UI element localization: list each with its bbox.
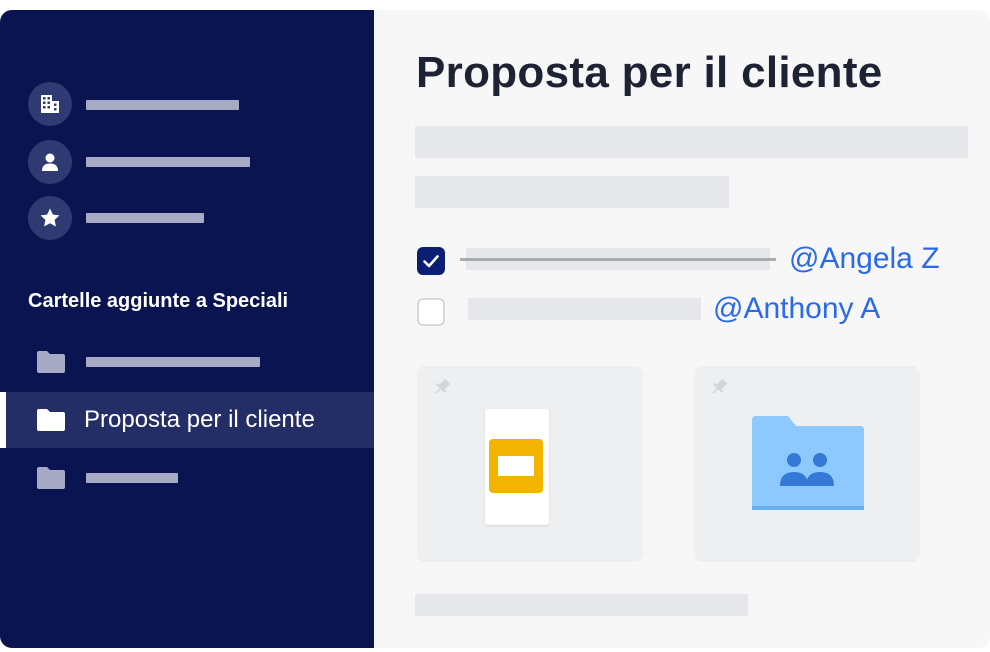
folder-icon <box>37 351 65 373</box>
strikethrough-line <box>460 258 776 261</box>
check-icon <box>423 255 439 268</box>
task-text-placeholder <box>468 298 701 320</box>
mention-link[interactable]: @Anthony A <box>713 292 880 326</box>
nav-item-starred[interactable] <box>28 196 72 240</box>
person-icon <box>28 140 72 184</box>
section-title: Cartelle aggiunte a Speciali <box>28 290 289 312</box>
folder-icon <box>37 409 65 431</box>
page-title: Proposta per il cliente <box>416 48 883 97</box>
nav-label-placeholder <box>86 157 250 167</box>
task-checkbox[interactable] <box>417 298 445 326</box>
nav-item-personal[interactable] <box>28 140 72 184</box>
text-placeholder <box>415 594 748 616</box>
nav-item-company[interactable] <box>28 82 72 126</box>
folder-item[interactable] <box>0 450 374 506</box>
folder-label: Proposta per il cliente <box>84 406 315 433</box>
document-pane: Proposta per il cliente @Angela Z @Antho… <box>374 10 990 648</box>
pinned-file-card[interactable] <box>417 366 643 562</box>
pin-icon <box>712 378 728 394</box>
building-icon <box>28 82 72 126</box>
folder-item[interactable] <box>0 334 374 390</box>
app-window: Cartelle aggiunte a Speciali Proposta pe… <box>0 10 990 648</box>
folder-label-placeholder <box>86 357 260 367</box>
text-placeholder <box>415 176 729 208</box>
folder-icon <box>37 467 65 489</box>
mention-link[interactable]: @Angela Z <box>789 242 940 276</box>
folder-label-placeholder <box>86 473 178 483</box>
pin-icon <box>435 378 451 394</box>
pinned-folder-card[interactable] <box>694 366 920 562</box>
sidebar: Cartelle aggiunte a Speciali Proposta pe… <box>0 10 374 648</box>
text-placeholder <box>415 126 968 158</box>
star-icon <box>28 196 72 240</box>
nav-label-placeholder <box>86 100 239 110</box>
task-checkbox-checked[interactable] <box>417 247 445 275</box>
folder-item-active[interactable]: Proposta per il cliente <box>0 392 374 448</box>
shared-folder-icon <box>752 416 864 510</box>
presentation-file-icon <box>485 409 549 525</box>
active-indicator <box>0 392 6 448</box>
nav-label-placeholder <box>86 213 204 223</box>
